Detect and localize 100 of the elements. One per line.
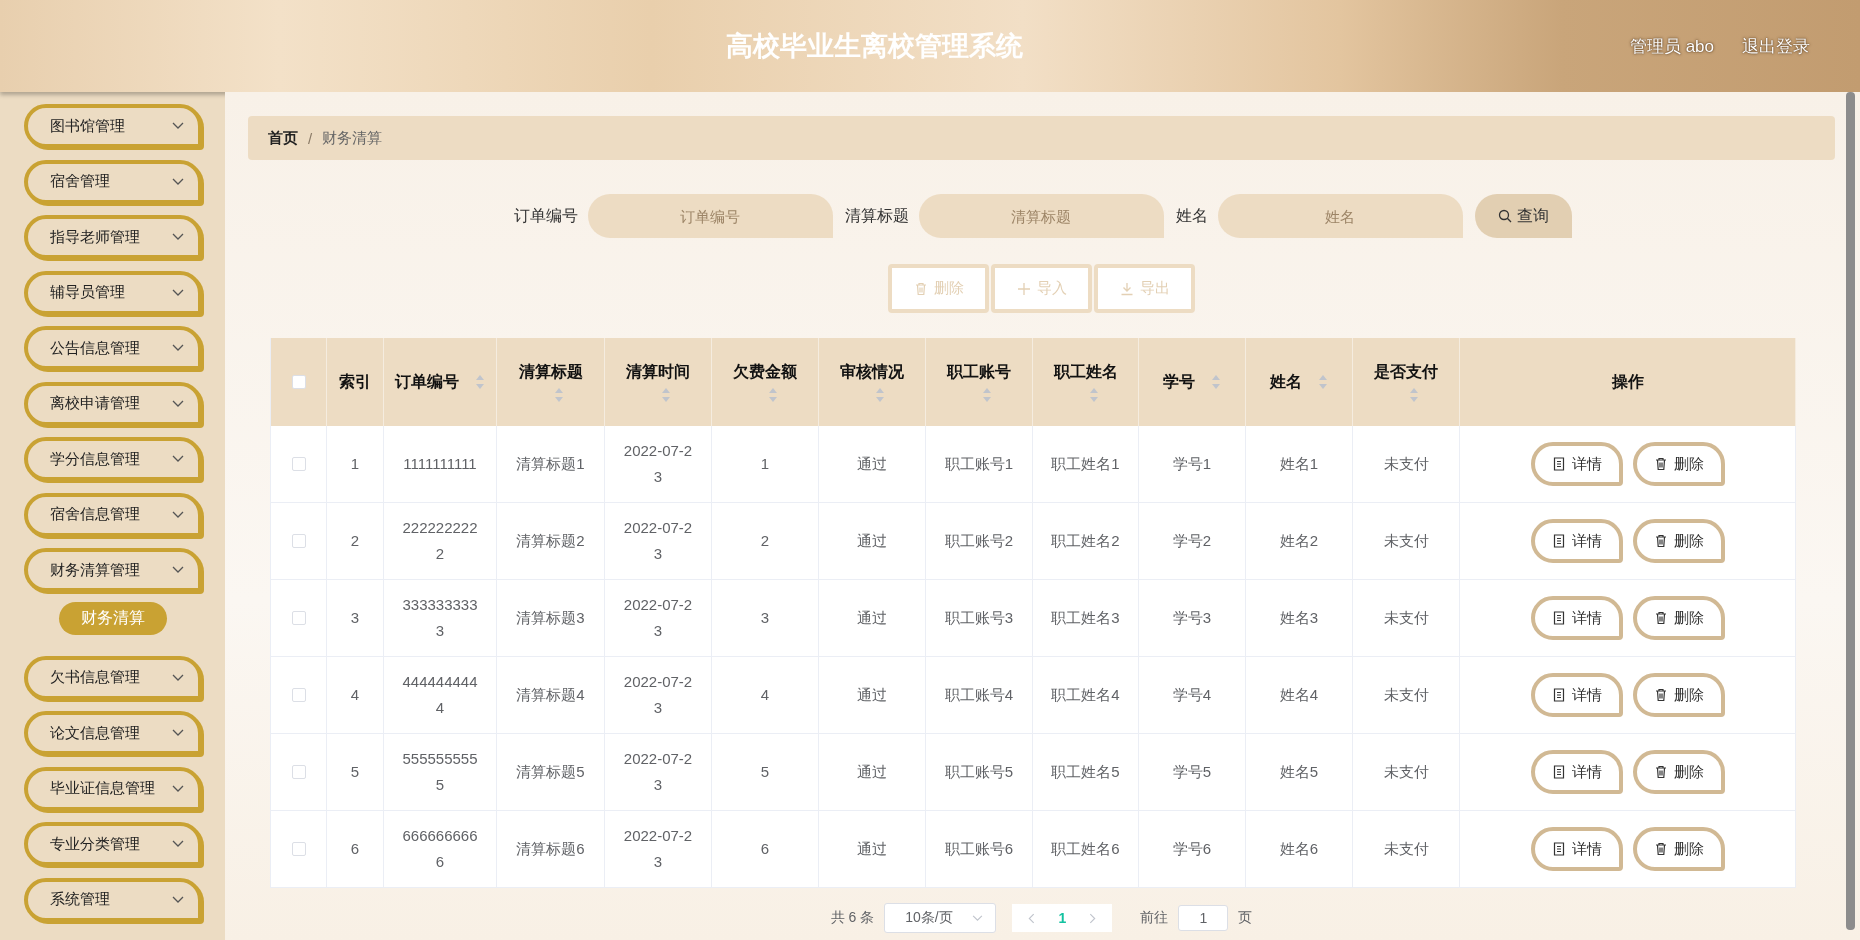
document-icon [1551, 534, 1566, 548]
sidebar-menu-item[interactable]: 离校申请管理 [24, 381, 202, 426]
detail-button[interactable]: 详情 [1530, 750, 1623, 794]
download-icon [1119, 281, 1134, 296]
sidebar-menu-item[interactable]: 辅导员管理 [24, 270, 202, 315]
delete-button[interactable]: 删除 [1632, 673, 1725, 717]
table-cell: 1111111111 [384, 426, 497, 503]
delete-button[interactable]: 删除 [1632, 596, 1725, 640]
sort-icon[interactable] [982, 386, 992, 403]
document-icon [1551, 842, 1566, 856]
search-field[interactable]: 订单编号 [587, 194, 833, 238]
delete-button[interactable]: 删除 [1632, 519, 1725, 563]
table-cell: 4 [712, 657, 819, 734]
chevron-down-icon [172, 288, 184, 297]
chevron-down-icon [172, 784, 184, 793]
checkbox[interactable] [291, 457, 306, 471]
search-field[interactable]: 姓名 [1217, 194, 1463, 238]
table-cell: 清算标题5 [497, 734, 605, 811]
table-cell: 通过 [819, 734, 926, 811]
table-cell: 5 [712, 734, 819, 811]
table-cell: 2022-07-23 [605, 811, 712, 888]
checkbox[interactable] [291, 842, 306, 856]
detail-button[interactable]: 详情 [1530, 673, 1623, 717]
sidebar-menu-item[interactable]: 欠书信息管理 [24, 655, 202, 700]
field-label: 姓名 [1175, 205, 1208, 226]
app-title: 高校毕业生离校管理系统 [725, 30, 1025, 63]
table-cell: 姓名6 [1246, 811, 1353, 888]
user-name: 管理员 abo [1629, 35, 1714, 58]
sidebar-menu-item[interactable]: 宿舍管理 [24, 159, 202, 204]
detail-button[interactable]: 详情 [1530, 596, 1623, 640]
table-cell: 学号5 [1139, 734, 1246, 811]
sort-icon[interactable] [875, 386, 885, 403]
table-cell: 职工账号6 [926, 811, 1033, 888]
sidebar-menu-item[interactable]: 公告信息管理 [24, 326, 202, 370]
breadcrumb-separator: / [308, 129, 313, 147]
breadcrumb-item[interactable]: 首页 [268, 128, 298, 148]
table-cell: 2 [327, 503, 384, 580]
chevron-down-icon [172, 895, 184, 904]
page-size-select[interactable]: 10条/页 [884, 903, 997, 933]
sort-icon[interactable] [1211, 374, 1221, 390]
detail-button[interactable]: 详情 [1530, 827, 1623, 871]
scrollbar[interactable] [1846, 92, 1855, 930]
table-cell: 1 [327, 426, 384, 503]
sort-icon[interactable] [1088, 386, 1099, 403]
table-cell: 2022-07-23 [605, 426, 712, 503]
detail-button[interactable]: 详情 [1530, 442, 1623, 486]
sidebar-menu-item[interactable]: 论文信息管理 [24, 711, 202, 755]
checkbox[interactable] [291, 375, 306, 389]
trash-icon [1653, 688, 1668, 702]
checkbox[interactable] [291, 534, 306, 548]
table-cell: 2022-07-23 [605, 657, 712, 734]
field-label: 订单编号 [513, 205, 578, 226]
table-cell: 通过 [819, 580, 926, 657]
sort-icon[interactable] [661, 386, 671, 403]
document-icon [1551, 611, 1566, 625]
chevron-down-icon [172, 233, 184, 241]
checkbox[interactable] [291, 688, 306, 702]
chevron-down-icon [172, 399, 184, 408]
sidebar-menu-item[interactable]: 专业分类管理 [24, 822, 202, 866]
table-cell: 清算标题3 [497, 580, 605, 657]
table-cell: 学号1 [1139, 426, 1246, 503]
delete-button[interactable]: 删除 [1632, 750, 1725, 794]
checkbox[interactable] [291, 611, 306, 625]
sidebar-menu-item[interactable]: 学分信息管理 [24, 437, 202, 481]
chevron-down-icon [172, 122, 184, 130]
sidebar-menu-item[interactable]: 财务清算管理 [24, 548, 202, 592]
chevron-down-icon [172, 566, 184, 574]
search-button[interactable]: 查询 [1474, 194, 1572, 238]
sidebar-menu-item[interactable]: 毕业证信息管理 [24, 766, 202, 811]
table-cell: 职工账号5 [926, 734, 1033, 811]
table-cell: 通过 [819, 657, 926, 734]
delete-button[interactable]: 删除 [1632, 827, 1725, 871]
table-cell: 清算标题4 [497, 657, 605, 734]
page-input[interactable]: 1 [1178, 905, 1229, 931]
table-cell: 姓名2 [1246, 503, 1353, 580]
sidebar-menu-item[interactable]: 宿舍信息管理 [24, 492, 202, 537]
chevron-down-icon [172, 673, 184, 682]
table-cell: 职工账号2 [926, 503, 1033, 580]
sidebar-menu-item[interactable]: 系统管理 [24, 877, 202, 922]
sort-icon[interactable] [768, 386, 778, 403]
document-icon [1551, 688, 1566, 702]
table-cell: 5 [327, 734, 384, 811]
detail-button[interactable]: 详情 [1530, 519, 1623, 563]
sort-icon[interactable] [1409, 386, 1419, 403]
sort-icon[interactable] [1318, 374, 1328, 390]
delete-button[interactable]: 删除 [1632, 442, 1725, 486]
page-suffix: 页 [1238, 909, 1253, 927]
sidebar-menu-item[interactable]: 指导老师管理 [24, 215, 202, 259]
chevron-down-icon [172, 177, 184, 186]
table-cell: 3 [327, 580, 384, 657]
sidebar-menu-item[interactable]: 图书馆管理 [24, 104, 202, 148]
table-cell: 职工姓名6 [1033, 811, 1139, 888]
table-cell: 姓名5 [1246, 734, 1353, 811]
table-cell: 4 [327, 657, 384, 734]
sort-icon[interactable] [475, 374, 485, 390]
search-field[interactable]: 清算标题 [918, 194, 1164, 238]
checkbox[interactable] [291, 765, 306, 779]
trash-icon [1653, 534, 1668, 548]
table-cell: 2022-07-23 [605, 503, 712, 580]
sort-icon[interactable] [553, 386, 564, 403]
